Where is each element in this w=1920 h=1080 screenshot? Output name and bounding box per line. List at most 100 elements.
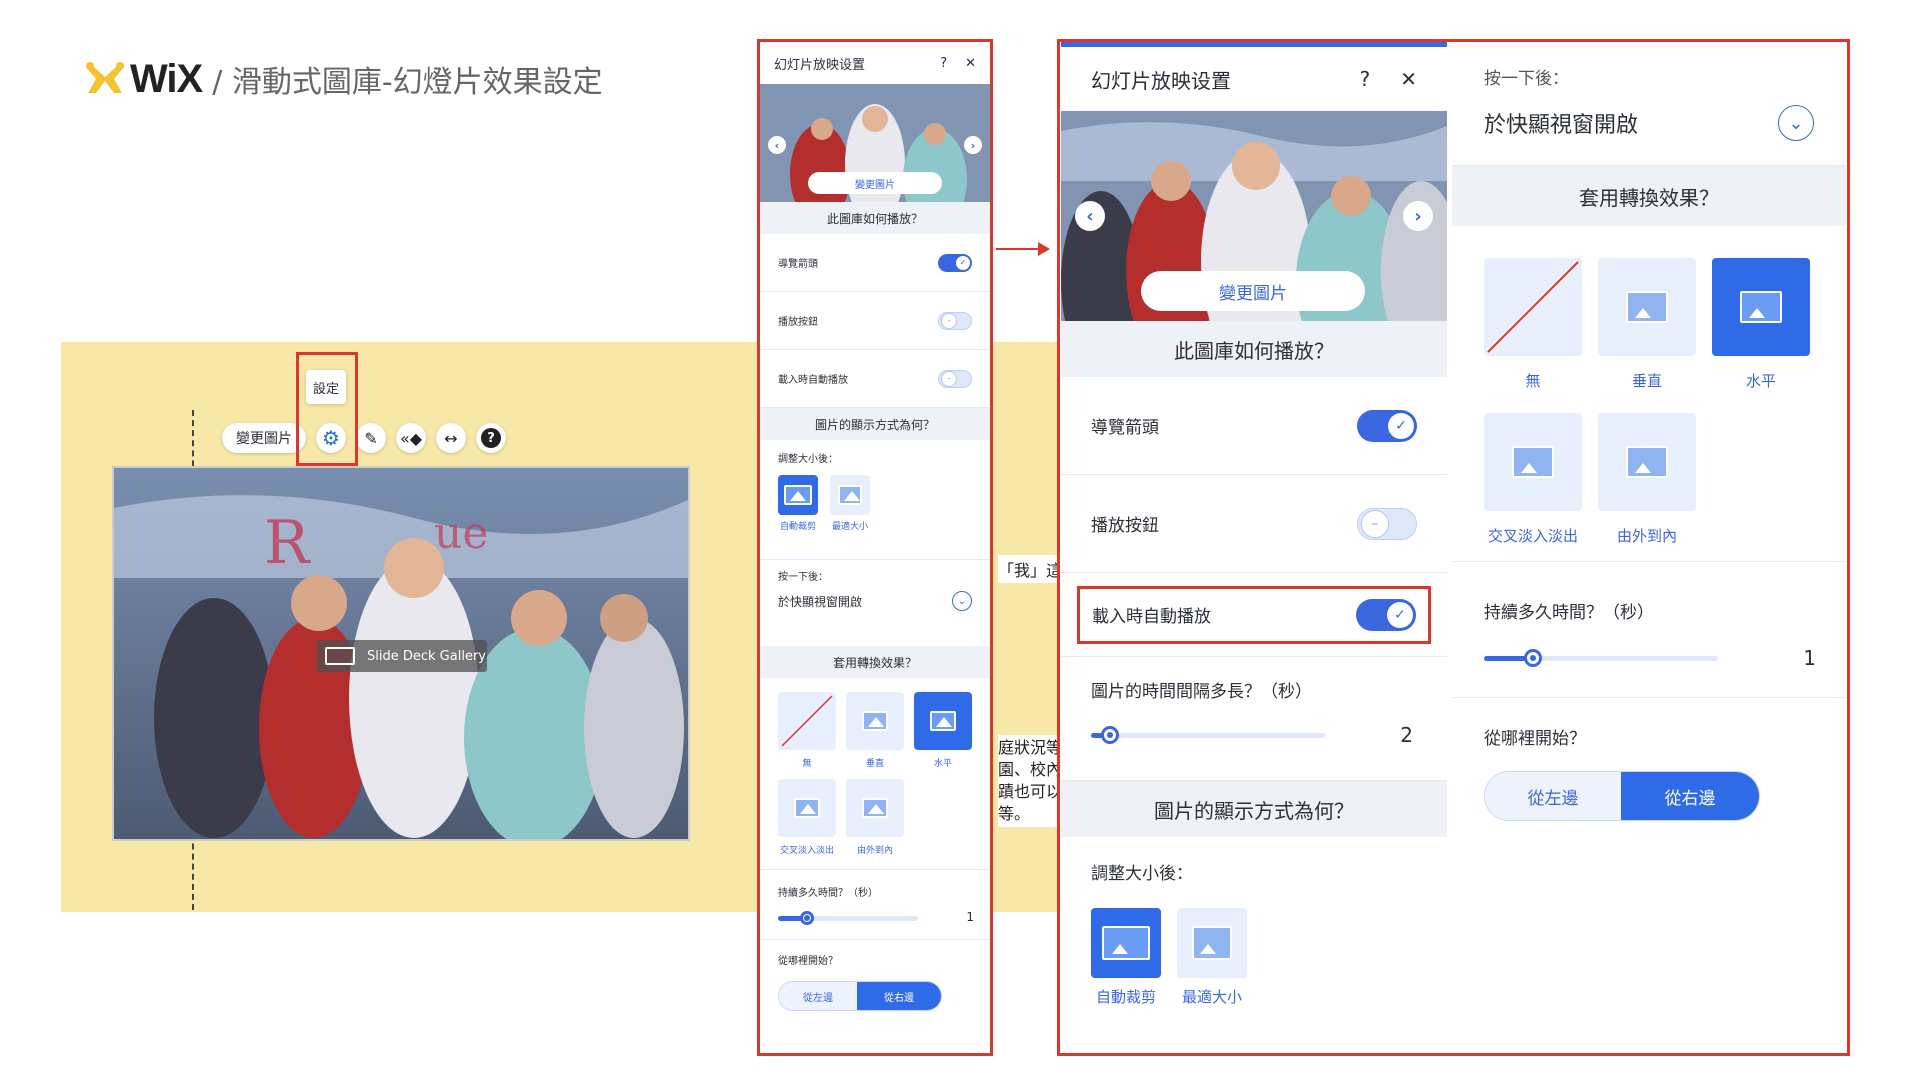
slider-knob[interactable] [800,911,814,925]
resize-crop-option[interactable] [778,475,818,515]
change-pic-button[interactable]: 變更圖片 [222,423,306,453]
click-label: 按一下後： [778,572,828,583]
resize-fit-option[interactable] [830,475,870,515]
toggle-label: 載入時自動播放 [778,375,848,386]
nav-arrows-toggle[interactable]: ✓ [938,253,972,272]
toggle-label: 播放按鈕 [1091,516,1159,536]
click-action-value[interactable]: 於快顯視窗開啟 [778,593,862,610]
chevron-right-icon[interactable]: › [1403,201,1433,231]
toggle-row: 導覽箭頭 ✓ [760,234,990,292]
gallery-type-label: Slide Deck Gallery [317,640,487,672]
autoplay-toggle[interactable]: ✓ [1356,598,1416,631]
play-button-toggle[interactable]: – [938,311,972,330]
article-line: 蹟也可以 [998,782,1063,801]
change-pic-button[interactable]: 變更圖片 [1141,271,1365,311]
nav-arrows-toggle[interactable]: ✓ [1357,409,1417,442]
svg-text:ue: ue [434,508,488,559]
panel-photo: ‹ › 變更圖片 [1061,111,1447,321]
slider-knob[interactable] [1524,649,1542,667]
animation-icon[interactable]: «◆ [396,423,426,453]
resize-label: 調整大小後： [778,454,838,465]
start-left-option[interactable]: 從左邊 [779,982,857,1010]
start-label: 從哪裡開始？ [1484,729,1586,749]
transition-none-option[interactable] [1484,258,1582,356]
toggle-row: 播放按鈕 – [1061,475,1447,573]
panel-title: 幻灯片放映设置 [1091,68,1231,93]
resize-block: 調整大小後： 自動裁剪 最適大小 [1061,837,1447,1007]
start-right-option[interactable]: 從右邊 [1621,772,1759,820]
resize-option-label: 自動裁剪 [779,522,816,532]
wix-logo: WiX [84,56,203,102]
interval-block: 圖片的時間間隔多長？（秒） 2 [1061,657,1447,781]
transition-vertical-option[interactable] [1598,258,1696,356]
play-button-toggle[interactable]: – [1357,507,1417,540]
resize-crop-option[interactable] [1091,908,1161,978]
settings-panel-small: 幻灯片放映设置 ? ✕ ‹ › 變更圖片 此圖庫如何播放？ 導覽箭頭 ✓ 播放按… [757,39,993,1056]
help-icon[interactable]: ? [940,56,947,71]
stretch-icon[interactable]: ↔ [436,423,466,453]
transition-zoom-option[interactable] [846,779,904,837]
transition-none-option[interactable] [778,692,836,750]
help-icon[interactable]: ? [1360,67,1371,91]
transition-grid: 無 垂直 水平 交叉淡入淡出 由外到內 [760,678,990,870]
resize-option-label: 最適大小 [831,522,868,532]
transition-grid: 無 垂直 水平 交叉淡入淡出 由外到內 [1452,226,1846,562]
duration-label: 持續多久時間？（秒） [1484,603,1654,623]
toggle-label: 導覽箭頭 [1091,418,1159,438]
article-line: 等。 [998,804,1031,823]
arrow-line [996,248,1040,250]
gallery-type-text: Slide Deck Gallery [367,648,486,664]
click-action-value[interactable]: 於快顯視窗開啟 [1484,107,1638,139]
brush-icon[interactable]: ✎ [356,423,386,453]
transition-crossfade-option[interactable] [778,779,836,837]
page-title: / 滑動式圖庫-幻燈片效果設定 [212,65,603,100]
interval-label: 圖片的時間間隔多長？（秒） [1091,682,1312,702]
wix-logo-text: WiX [130,56,203,101]
transition-horizontal-option[interactable] [1712,258,1810,356]
interval-value: 2 [1400,723,1413,747]
playback-section-header: 此圖庫如何播放？ [760,202,990,234]
start-right-option[interactable]: 從右邊 [857,982,941,1010]
playback-section-header: 此圖庫如何播放？ [1061,321,1447,377]
article-line: 園、校內 [998,760,1063,779]
image-icon [325,647,355,665]
chevron-down-icon[interactable]: ⌄ [952,591,972,611]
resize-option-label: 自動裁剪 [1095,988,1156,1006]
toggle-row: 載入時自動播放 – [760,350,990,408]
slider-knob[interactable] [1101,726,1119,744]
panel-title: 幻灯片放映设置 [774,57,866,73]
transition-crossfade-option[interactable] [1484,413,1582,511]
toggle-row: 播放按鈕 – [760,292,990,350]
help-icon[interactable]: ? [476,423,506,453]
change-pic-button[interactable]: 變更圖片 [808,172,942,194]
article-text: 「我」這 [998,555,1063,583]
transition-label: 交叉淡入淡出 [1487,527,1578,545]
duration-label: 持續多久時間？（秒） [778,888,878,899]
transition-horizontal-option[interactable] [914,692,972,750]
toggle-label: 播放按鈕 [778,317,818,328]
none-icon [781,695,833,747]
transition-vertical-option[interactable] [846,692,904,750]
resize-fit-option[interactable] [1177,908,1247,978]
click-action-block: 按一下後： 於快顯視窗開啟 ⌄ [760,560,990,646]
article-line: 庭狀況等 [998,738,1063,757]
transition-label: 由外到內 [856,846,893,856]
resize-block: 調整大小後： 自動裁剪 最適大小 [760,440,990,560]
chevron-left-icon[interactable]: ‹ [768,136,786,154]
chevron-right-icon[interactable]: › [964,136,982,154]
transition-label: 無 [802,759,812,769]
autoplay-highlight-box: 載入時自動播放 ✓ [1077,585,1431,644]
transition-label: 水平 [1745,372,1776,390]
interval-slider[interactable] [1091,733,1325,738]
resize-option-label: 最適大小 [1181,988,1242,1006]
autoplay-toggle[interactable]: – [938,369,972,388]
close-icon[interactable]: ✕ [1400,67,1417,91]
transition-zoom-option[interactable] [1598,413,1696,511]
chevron-down-icon[interactable]: ⌄ [1778,105,1814,141]
close-icon[interactable]: ✕ [965,56,976,71]
start-direction-toggle: 從左邊 從右邊 [778,981,942,1011]
chevron-left-icon[interactable]: ‹ [1075,201,1105,231]
start-left-option[interactable]: 從左邊 [1485,772,1621,820]
transition-section-header: 套用轉換效果？ [1452,166,1846,226]
display-section-header: 圖片的顯示方式為何？ [760,408,990,440]
